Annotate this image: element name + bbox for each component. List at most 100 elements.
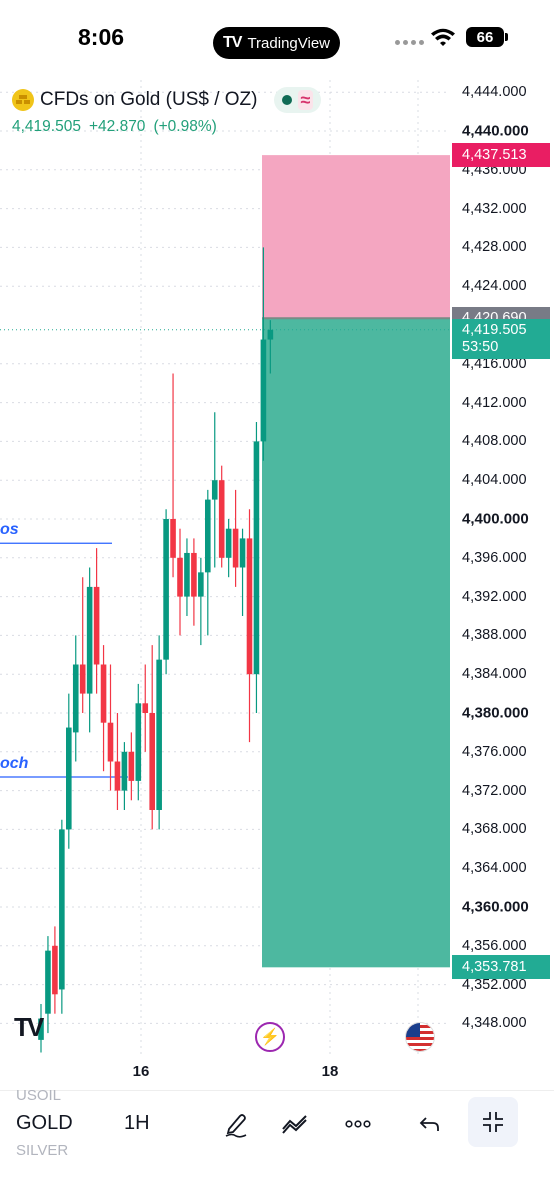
candle-body [184,552,190,597]
price-tick-label: 4,404.000 [462,472,527,489]
candle-body [114,761,121,791]
candle-body [246,538,253,675]
symbol-switch-gold[interactable]: GOLD [16,1112,73,1135]
price-tick-label: 4,372.000 [462,782,527,799]
price-tick-label: 4,440.000 [462,122,529,140]
reward-zone [262,318,450,968]
status-bar: 8:06 TV TradingView 66 [0,0,554,80]
price-tick-label: 4,380.000 [462,704,529,722]
drawing-tool-button[interactable] [218,1106,254,1142]
candle-body [59,829,65,990]
cellular-signal-icon [395,40,424,45]
candle-body [170,519,176,558]
quote-line: 4,419.505 +42.870 (+0.98%) [12,118,217,136]
stop-loss-price-label: 4,437.513 [452,143,550,168]
more-icon [345,1120,371,1128]
candle-body [232,528,239,568]
candle-body [163,519,169,660]
symbol-switch-usoil[interactable]: USOIL [16,1087,61,1104]
price-chart[interactable] [0,80,450,1055]
price-tick-label: 4,400.000 [462,510,529,528]
price-tick-label: 4,376.000 [462,743,527,760]
us-flag-event-icon[interactable] [405,1022,435,1052]
indicators-button[interactable] [277,1106,313,1142]
current-price-label: 4,419.505 53:50 [452,318,550,359]
candle-body [239,538,246,568]
pen-icon [225,1114,247,1138]
candle-body [52,945,58,995]
price-tick-label: 4,364.000 [462,860,527,877]
candle-body [218,480,225,558]
candle-body [142,703,149,713]
candle-body [225,528,232,558]
risk-zone [262,155,450,319]
candle-body [260,339,267,442]
price-tick-label: 4,348.000 [462,1015,527,1032]
candle-body [191,552,197,597]
candle-body [267,329,274,340]
candle-body [211,480,218,500]
candle-body [253,441,260,675]
more-button[interactable] [340,1106,376,1142]
time-tick-label: 16 [132,1063,150,1080]
candle-body [86,586,93,694]
time-tick-label: 18 [321,1063,339,1080]
annotation-lower-label[interactable]: och [0,755,28,773]
time-axis[interactable] [0,1055,554,1090]
tradingview-watermark-icon: TV [14,1012,44,1042]
price-tick-label: 4,368.000 [462,821,527,838]
candle-body [198,572,204,597]
take-profit-price-label: 4,353.781 [452,955,550,980]
collapse-layout-button[interactable] [468,1097,518,1147]
undo-button[interactable] [412,1106,448,1142]
symbol-title[interactable]: CFDs on Gold (US$ / OZ) [40,89,258,111]
price-tick-label: 4,360.000 [462,898,529,916]
candle-body [156,659,162,810]
bar-countdown: 53:50 [462,338,499,355]
candle-body [177,557,183,597]
status-time: 8:06 [78,24,125,50]
annotation-upper-label[interactable]: os [0,521,19,539]
candle-body [107,722,114,762]
candle-body [149,713,155,810]
tradingview-pill[interactable]: TV TradingView [213,27,340,59]
candle-body [135,703,142,781]
price-tick-label: 4,424.000 [462,278,527,295]
price-tick-label: 4,384.000 [462,666,527,683]
price-tick-label: 4,432.000 [462,200,527,217]
symbol-switch-silver[interactable]: SILVER [16,1142,68,1159]
price-tick-label: 4,408.000 [462,433,527,450]
interval-button[interactable]: 1H [124,1112,150,1135]
candle-body [93,586,100,665]
lightning-event-icon[interactable]: ⚡ [255,1022,285,1052]
chart-area[interactable] [0,80,450,1055]
tradingview-pill-label: TradingView [247,34,330,52]
collapse-icon [483,1112,503,1132]
undo-icon [419,1117,439,1131]
candle-body [100,664,107,723]
candle-body [128,751,135,781]
market-status-chip[interactable]: ≈ [273,87,322,113]
price-tick-label: 4,388.000 [462,627,527,644]
candle-body [205,499,211,573]
candle-body [121,751,128,791]
market-open-dot-icon [281,95,292,105]
tradingview-logo-icon: TV [223,34,242,51]
battery-indicator: 66 [466,27,508,47]
price-tick-label: 4,356.000 [462,937,527,954]
symbol-header[interactable]: CFDs on Gold (US$ / OZ) ≈ [12,86,322,114]
price-tick-label: 4,428.000 [462,239,527,256]
price-change-percent: (+0.98%) [153,118,217,135]
price-tick-label: 4,392.000 [462,588,527,605]
price-tick-label: 4,444.000 [462,84,527,101]
price-change: +42.870 [88,118,146,135]
indicators-icon [282,1115,307,1134]
delayed-data-icon: ≈ [297,90,314,110]
wifi-icon [431,28,455,46]
price-tick-label: 4,412.000 [462,394,527,411]
price-tick-label: 4,396.000 [462,549,527,566]
candle-body [72,664,79,733]
last-price: 4,419.505 [12,118,81,135]
candle-body [45,950,51,1014]
candle-body [79,664,86,694]
